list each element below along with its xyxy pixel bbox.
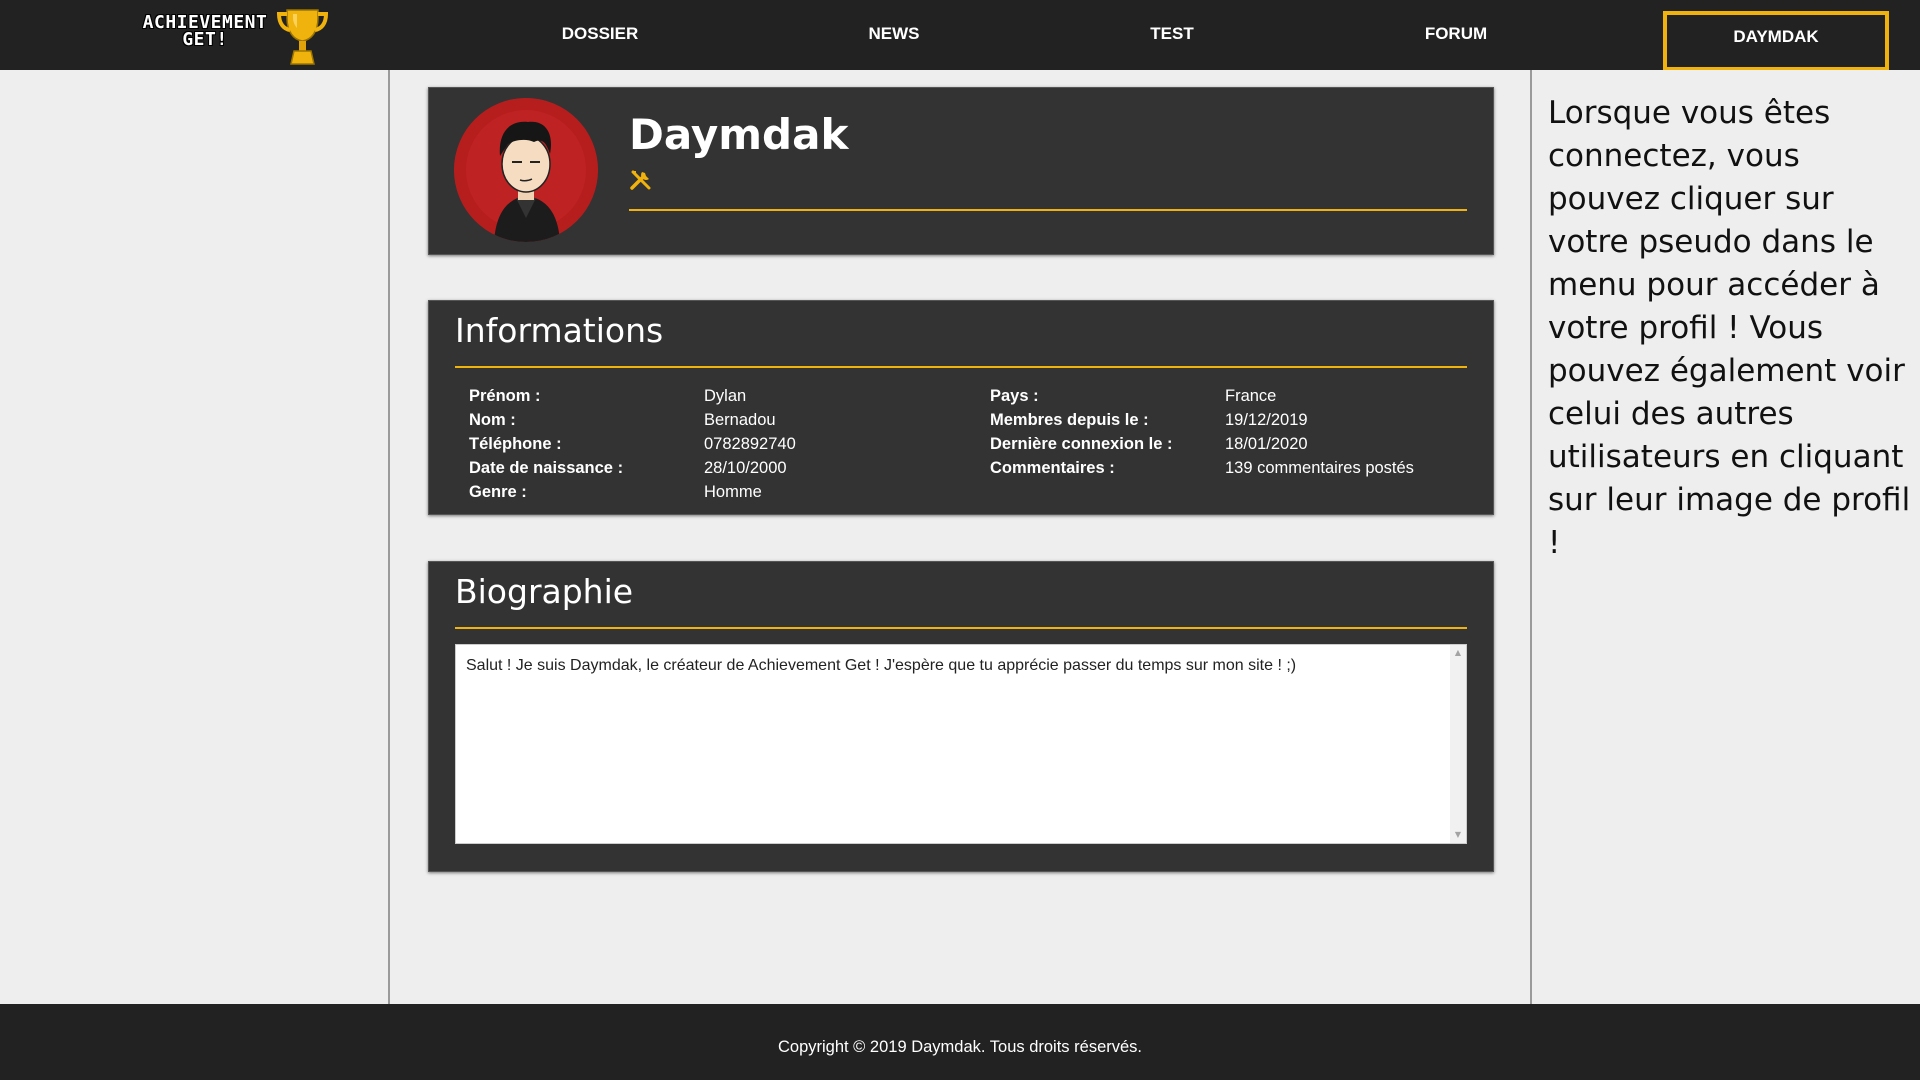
nav-test[interactable]: TEST (1112, 24, 1232, 46)
informations-card: Informations Prénom : Dylan Nom : Bernad… (428, 300, 1494, 515)
info-value: Homme (704, 483, 762, 501)
info-value: 139 commentaires postés (1225, 459, 1414, 477)
info-value: 28/10/2000 (704, 459, 787, 477)
biographie-title: Biographie (455, 572, 634, 611)
biography-textarea[interactable]: Salut ! Je suis Daymdak, le créateur de … (455, 644, 1467, 844)
info-label: Prénom : (469, 387, 541, 405)
info-value: 19/12/2019 (1225, 411, 1308, 429)
left-sidebar (0, 70, 390, 1004)
informations-divider (455, 366, 1467, 368)
logo-text: ACHIEVEMENT GET! (120, 14, 290, 50)
info-label: Commentaires : (990, 459, 1115, 477)
help-text: Lorsque vous êtes connectez, vous pouvez… (1548, 95, 1911, 561)
navbar: ACHIEVEMENT GET! DOSSIER NEWS TEST FORUM… (0, 0, 1920, 71)
info-label: Téléphone : (469, 435, 562, 453)
info-value: 18/01/2020 (1225, 435, 1308, 453)
info-label: Membres depuis le : (990, 411, 1149, 429)
scroll-up-icon[interactable]: ▲ (1450, 645, 1466, 661)
tools-icon (630, 170, 651, 190)
biographie-card: Biographie Salut ! Je suis Daymdak, le c… (428, 561, 1494, 872)
right-sidebar: Lorsque vous êtes connectez, vous pouvez… (1530, 70, 1920, 1004)
trophy-icon (276, 9, 329, 65)
info-label: Dernière connexion le : (990, 435, 1173, 453)
nav-user-profile[interactable]: DAYMDAK (1663, 11, 1889, 71)
footer-copyright: Copyright © 2019 Daymdak. Tous droits ré… (777, 1038, 1142, 1056)
avatar-illustration (454, 98, 598, 242)
biography-text: Salut ! Je suis Daymdak, le créateur de … (466, 657, 1297, 674)
logo-line-2: GET! (182, 29, 228, 50)
footer: Copyright © 2019 Daymdak. Tous droits ré… (0, 1004, 1920, 1080)
info-label: Genre : (469, 483, 527, 501)
nav-news[interactable]: NEWS (834, 24, 954, 46)
info-label: Nom : (469, 411, 516, 429)
scroll-down-icon[interactable]: ▼ (1450, 827, 1466, 843)
biography-scrollbar[interactable]: ▲ ▼ (1450, 645, 1466, 843)
avatar[interactable] (454, 98, 598, 242)
info-label: Pays : (990, 387, 1039, 405)
info-value: France (1225, 387, 1277, 405)
info-label: Date de naissance : (469, 459, 624, 477)
nav-forum[interactable]: FORUM (1396, 24, 1516, 46)
profile-name: Daymdak (629, 110, 849, 159)
nav-dossier[interactable]: DOSSIER (540, 24, 660, 46)
info-value: 0782892740 (704, 435, 796, 453)
info-value: Dylan (704, 387, 747, 405)
biographie-divider (455, 627, 1467, 629)
profile-header-card: Daymdak (428, 87, 1494, 255)
info-value: Bernadou (704, 411, 776, 429)
informations-title: Informations (455, 311, 664, 350)
profile-divider (629, 209, 1467, 211)
site-logo[interactable]: ACHIEVEMENT GET! (120, 6, 330, 66)
